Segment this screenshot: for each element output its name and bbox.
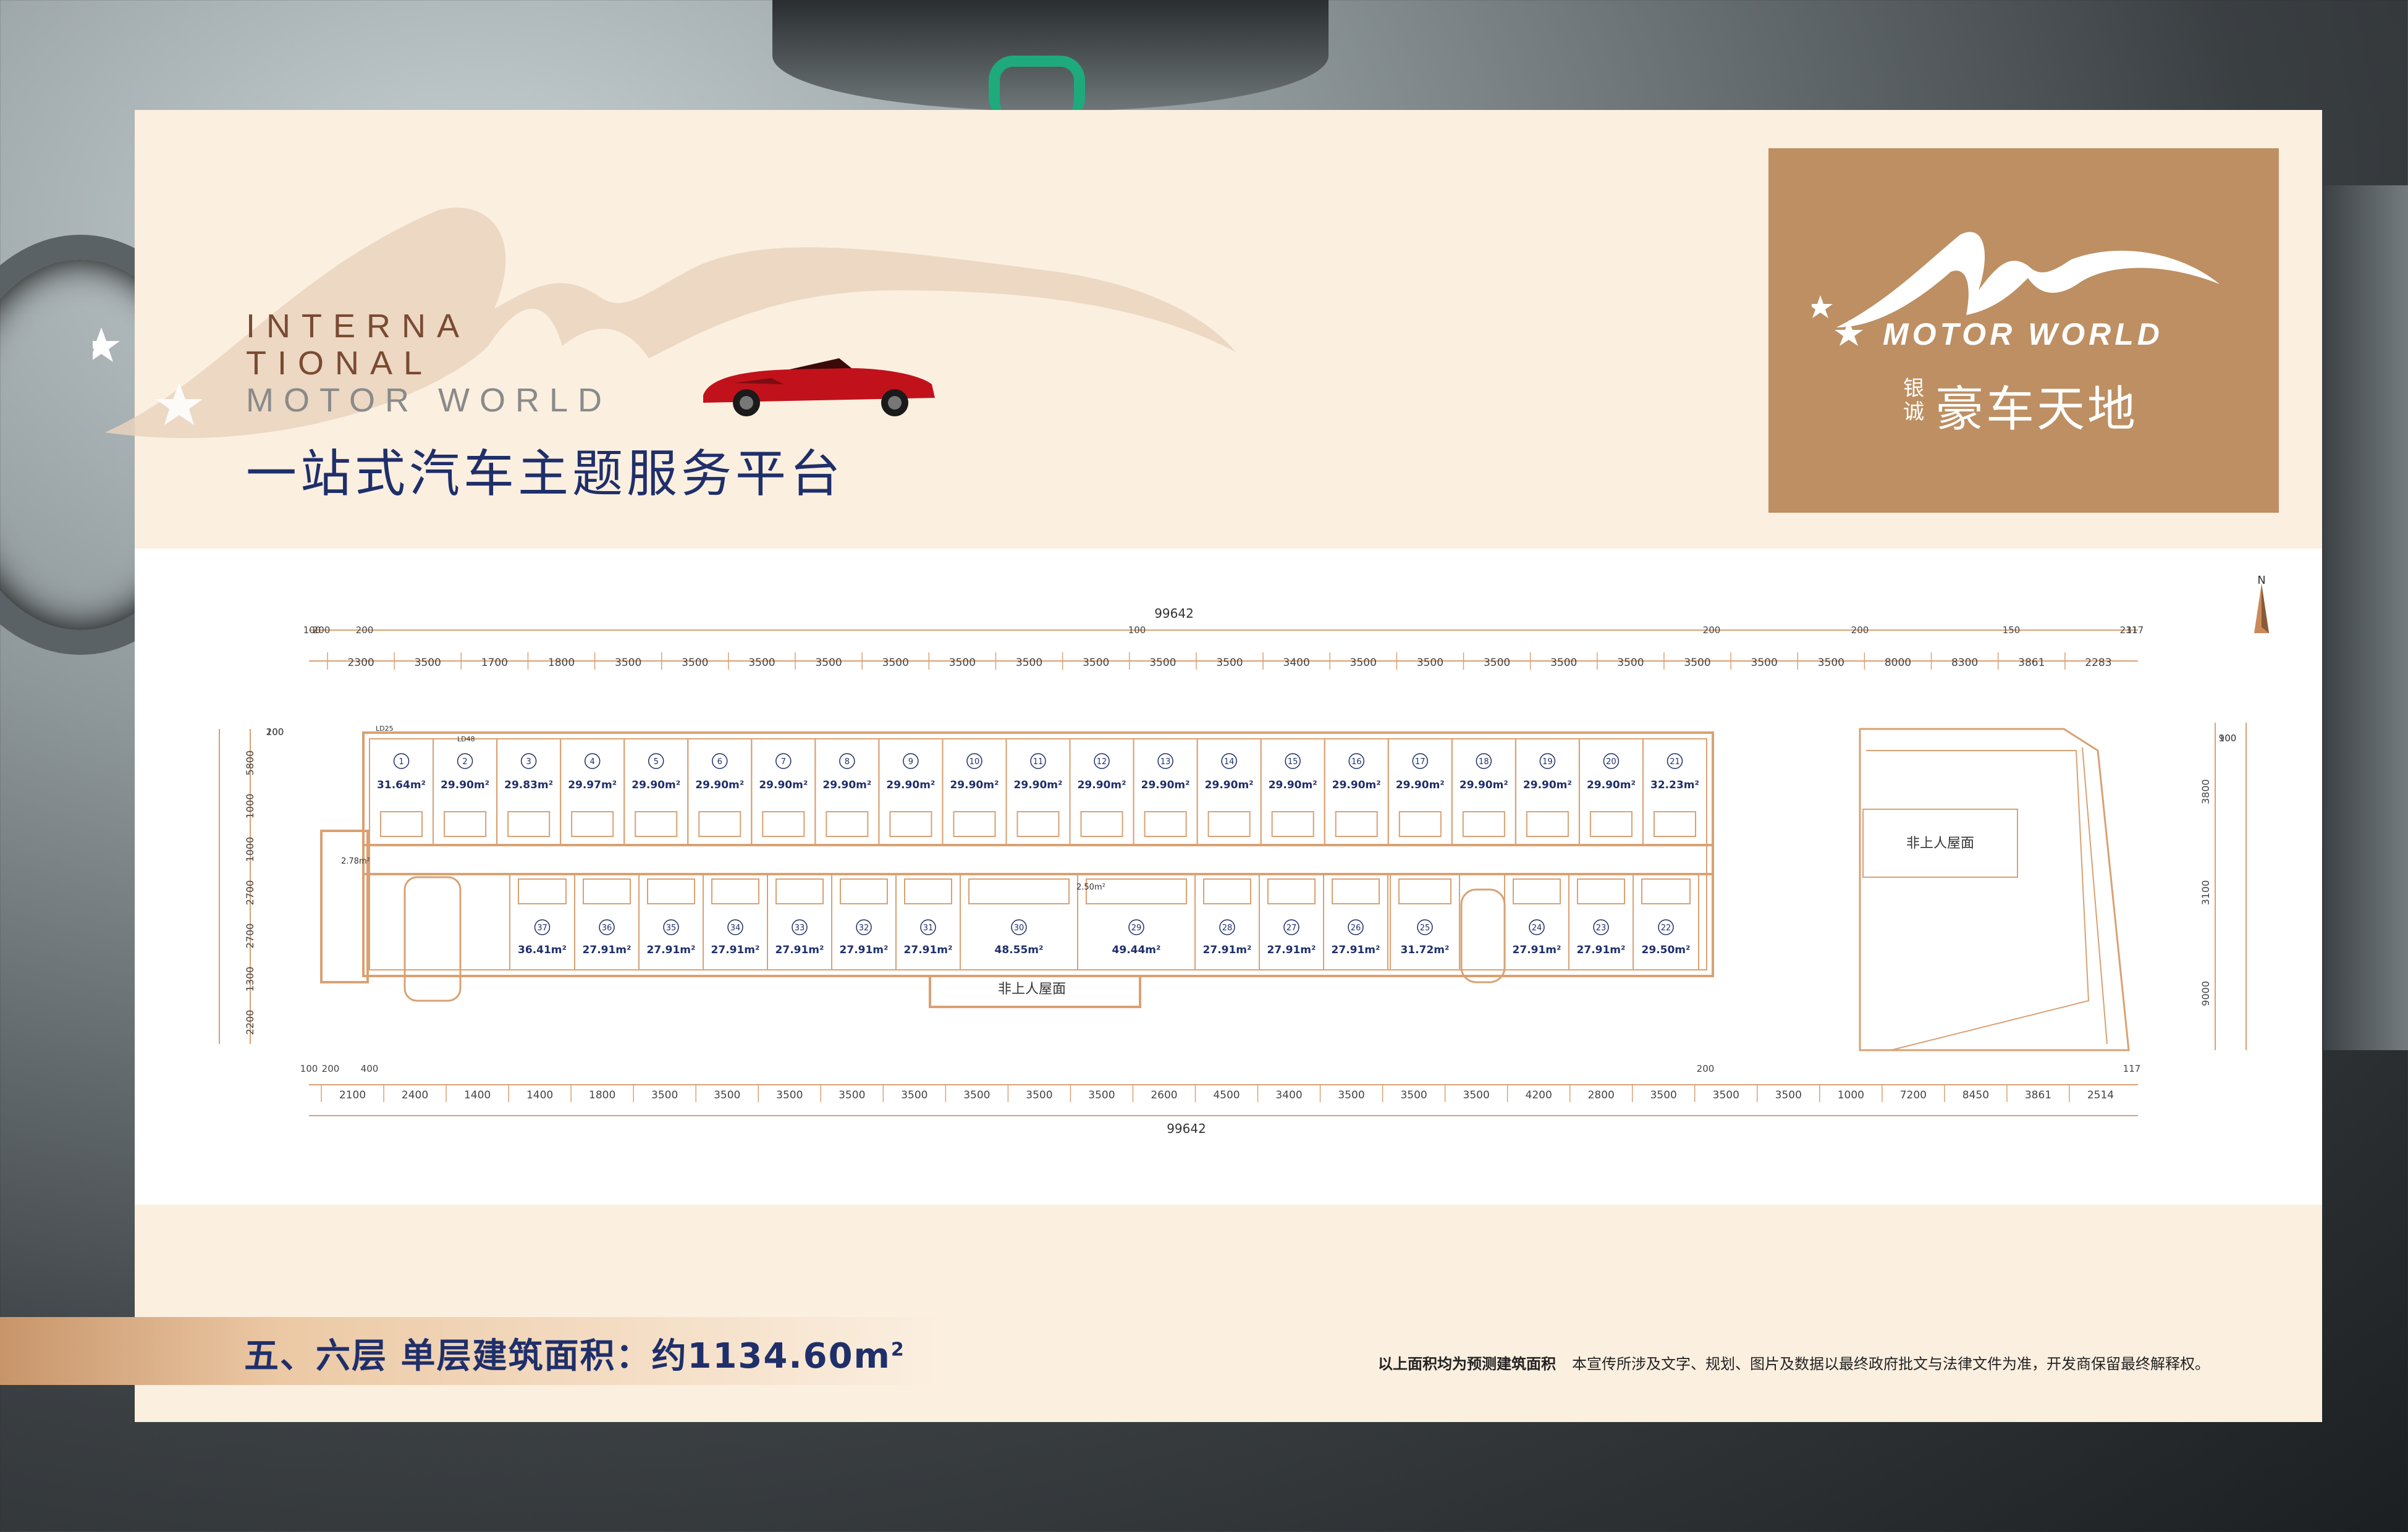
floor-area-label: 五、六层 单层建筑面积：约1134.60m2: [244, 1328, 905, 1378]
logo-chinese: 豪车天地: [1935, 382, 2139, 437]
star-icon: [93, 327, 120, 362]
logo-bank-name: 银诚: [1903, 376, 1924, 424]
floor-plan-area: [135, 549, 2322, 1205]
disclaimer: 以上面积均为预测建筑面积 本宣传所涉及文字、规划、图片及数据以最终政府批文与法律文…: [1378, 1352, 2210, 1373]
title-line-2: TIONAL: [246, 345, 434, 382]
disclaimer-text: 本宣传所涉及文字、规划、图片及数据以最终政府批文与法律文件为准，开发商保留最终解…: [1572, 1355, 2210, 1373]
floor-area-text: 五、六层 单层建筑面积：约1134.60m: [244, 1336, 891, 1376]
title-line-3: MOTOR WORLD: [246, 382, 612, 419]
floor-area-unit-sup: 2: [890, 1339, 905, 1361]
star-icon: [1812, 295, 1833, 318]
disclaimer-bold: 以上面积均为预测建筑面积: [1378, 1355, 1556, 1373]
bg-right-panel: [2323, 185, 2408, 1050]
international-title: INTERNA TIONAL MOTOR WORLD: [246, 308, 612, 419]
slogan: 一站式汽车主题服务平台: [246, 445, 845, 503]
logo-tile: MOTOR WORLD 银诚 豪车天地: [1768, 148, 2279, 513]
title-line-1: INTERNA: [246, 308, 471, 345]
car-image: [703, 358, 935, 416]
logo-english: MOTOR WORLD: [1883, 317, 2163, 351]
